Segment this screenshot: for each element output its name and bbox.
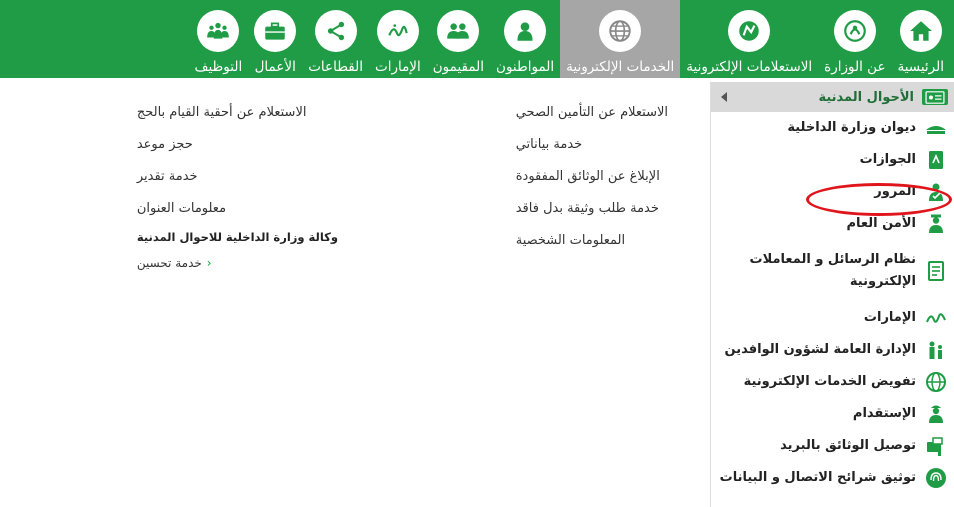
ministry-emblem-icon <box>833 10 876 52</box>
sidebar-item-label: الإستقدام <box>852 406 916 421</box>
sidebar-header-label: الأحوال المدنية <box>818 89 914 105</box>
nav-label: التوظيف <box>194 59 243 75</box>
nav-item-about-ministry[interactable]: عن الوزارة <box>818 0 891 78</box>
service-link-health-insurance[interactable]: الاستعلام عن التأمين الصحي <box>516 105 668 120</box>
e-transactions-icon <box>928 261 944 281</box>
citizen-icon <box>504 10 547 52</box>
sidebar-item-public-security[interactable]: الأمن العام <box>711 208 954 240</box>
sidebar-item-e-messages-transactions[interactable]: نظام الرسائل و المعاملات الإلكترونية <box>711 240 954 302</box>
sidebar-item-label: الأمن العام <box>846 216 917 231</box>
sidebar-item-emirates[interactable]: الإمارات <box>711 302 954 334</box>
agency-heading: وكالة وزارة الداخلية للاحوال المدنية <box>136 230 338 244</box>
nav-label: الإمارات <box>374 59 421 75</box>
nav-item-e-services[interactable]: الخدمات الإلكترونية <box>560 0 681 78</box>
nav-label: عن الوزارة <box>824 59 886 75</box>
mailbox-icon <box>927 437 943 456</box>
sidebar-item-label: المرور <box>874 184 916 199</box>
sidebar-item-passports[interactable]: الجوازات <box>711 144 954 176</box>
service-link-my-data[interactable]: خدمة بياناتي <box>516 137 582 152</box>
nav-item-home[interactable]: الرئيسية <box>892 0 951 78</box>
list-item: ‹ خدمة تحسين <box>137 250 338 276</box>
list-item: الاستعلام عن التأمين الصحي <box>516 96 668 128</box>
police-officer-icon <box>929 214 943 233</box>
sidebar-item-label: توثيق شرائح الاتصال و البيانات <box>719 470 916 485</box>
list-item: خدمة تقدير <box>137 160 338 192</box>
service-link-taqdeer[interactable]: خدمة تقدير <box>137 169 198 184</box>
nav-item-e-inquiries[interactable]: الاستعلامات الإلكترونية <box>680 0 818 78</box>
list-item: المعلومات الشخصية <box>516 224 668 256</box>
chevron-left-icon: ‹ <box>206 256 212 270</box>
emirates-calligraphy-icon <box>926 313 946 323</box>
main-navigation: الرئيسية عن الوزارة الاستعلامات الإلكترو… <box>0 0 954 78</box>
expatriates-icon <box>929 341 942 359</box>
service-link-tahseen[interactable]: ‹ خدمة تحسين <box>137 256 212 270</box>
service-link-report-lost-documents[interactable]: الإبلاغ عن الوثائق المفقودة <box>516 169 660 184</box>
sidebar-item-label: الجوازات <box>859 152 916 167</box>
sidebar-header-civil-affairs[interactable]: الأحوال المدنية <box>711 82 954 112</box>
sidebar-item-traffic[interactable]: المرور <box>711 176 954 208</box>
nav-label: المقيمون <box>432 59 485 75</box>
services-column-2: الاستعلام عن أحقية القيام بالحج حجز موعد… <box>137 96 338 276</box>
nav-label: القطاعات <box>308 59 363 75</box>
nav-item-employment[interactable]: التوظيف <box>189 0 249 78</box>
ministry-office-icon <box>926 126 946 134</box>
nav-label: الخدمات الإلكترونية <box>566 59 675 75</box>
service-link-hajj-eligibility[interactable]: الاستعلام عن أحقية القيام بالحج <box>137 105 307 120</box>
list-item: حجز موعد <box>137 128 338 160</box>
services-column-1: الاستعلام عن التأمين الصحي خدمة بياناتي … <box>516 96 668 256</box>
service-link-personal-info[interactable]: المعلومات الشخصية <box>516 233 625 248</box>
service-link-replacement-document[interactable]: خدمة طلب وثيقة بدل فاقد <box>516 201 659 216</box>
nav-label: الاستعلامات الإلكترونية <box>686 59 813 75</box>
nav-item-residents[interactable]: المقيمون <box>427 0 490 78</box>
sidebar-item-recruitment[interactable]: الإستقدام <box>711 398 954 430</box>
nav-item-business[interactable]: الأعمال <box>248 0 302 78</box>
passport-icon <box>929 151 943 169</box>
sidebar-item-sim-data-authentication[interactable]: توثيق شرائح الاتصال و البيانات <box>711 462 954 494</box>
nav-label: المواطنون <box>496 59 555 75</box>
sub-link-label: خدمة تحسين <box>136 256 202 270</box>
list-item: وكالة وزارة الداخلية للاحوال المدنية <box>137 224 338 250</box>
service-link-book-appointment[interactable]: حجز موعد <box>137 137 193 152</box>
nav-item-citizens[interactable]: المواطنون <box>490 0 560 78</box>
residents-icon <box>437 10 480 52</box>
sidebar-item-label: الإمارات <box>863 310 916 325</box>
nav-item-emirates[interactable]: الإمارات <box>369 0 427 78</box>
fingerprint-icon <box>926 468 946 488</box>
nav-label: الرئيسية <box>897 59 945 75</box>
sidebar-item-label: نظام الرسائل و المعاملات الإلكترونية <box>749 252 916 289</box>
nav-label: الأعمال <box>254 59 296 75</box>
sidebar-item-label: توصيل الوثائق بالبريد <box>780 438 916 453</box>
traffic-officer-icon <box>929 183 943 201</box>
id-card-icon <box>922 89 948 105</box>
briefcase-icon <box>254 10 297 52</box>
sidebar-item-label: تفويض الخدمات الإلكترونية <box>743 374 916 389</box>
globe-icon <box>599 10 642 52</box>
list-item: خدمة بياناتي <box>516 128 668 160</box>
list-item: الاستعلام عن أحقية القيام بالحج <box>137 96 338 128</box>
home-icon <box>899 10 942 52</box>
inquiry-icon <box>728 10 771 52</box>
sidebar-item-mail-delivery[interactable]: توصيل الوثائق بالبريد <box>711 430 954 462</box>
sidebar-list: ديوان وزارة الداخلية الجوازات المرور الأ… <box>711 112 954 494</box>
nav-item-sectors[interactable]: القطاعات <box>302 0 369 78</box>
list-item: الإبلاغ عن الوثائق المفقودة <box>516 160 668 192</box>
sidebar-item-expatriates-affairs[interactable]: الإدارة العامة لشؤون الوافدين <box>711 334 954 366</box>
sectors-network-icon <box>314 10 357 52</box>
emirates-calligraphy-icon <box>376 10 419 52</box>
sidebar-item-ministry-office[interactable]: ديوان وزارة الداخلية <box>711 112 954 144</box>
sidebar-item-e-services-delegation[interactable]: تفويض الخدمات الإلكترونية <box>711 366 954 398</box>
list-item: معلومات العنوان <box>137 192 338 224</box>
sidebar-item-label: ديوان وزارة الداخلية <box>787 120 916 135</box>
services-sidebar: الأحوال المدنية ديوان وزارة الداخلية الج… <box>710 82 954 507</box>
sidebar-item-label: الإدارة العامة لشؤون الوافدين <box>724 342 916 357</box>
recruitment-icon <box>929 405 943 423</box>
list-item: خدمة طلب وثيقة بدل فاقد <box>516 192 668 224</box>
employment-group-icon <box>197 10 240 52</box>
caret-left-icon <box>721 92 727 102</box>
service-link-address-info[interactable]: معلومات العنوان <box>137 201 226 216</box>
globe-icon <box>926 372 946 392</box>
